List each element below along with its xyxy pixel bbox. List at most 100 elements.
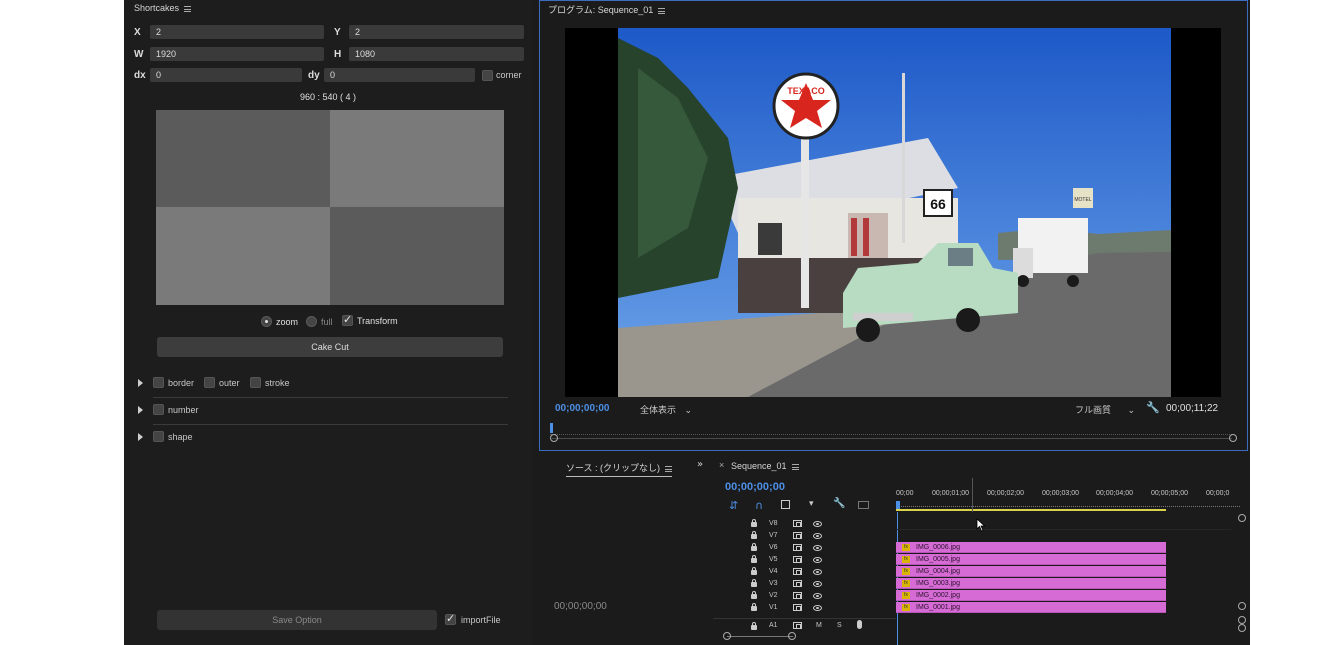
source-menu-icon[interactable] (665, 465, 673, 472)
program-scrubber[interactable] (550, 423, 1234, 435)
timeline-clip[interactable]: fx IMG_0002.jpg (896, 590, 1166, 601)
zoom-scroll-bar[interactable] (552, 438, 1232, 439)
lock-icon[interactable] (751, 603, 757, 611)
timeline-timecode[interactable]: 00;00;00;00 (725, 481, 785, 493)
zoom-select[interactable]: 全体表示 ⌄ (640, 403, 692, 416)
eye-icon[interactable] (813, 557, 822, 563)
cake-cut-button[interactable]: Cake Cut (157, 337, 503, 357)
eye-icon[interactable] (813, 569, 822, 575)
program-video-image[interactable]: TEXACO 66 MOTEL (618, 28, 1171, 397)
horizontal-scroll-bar[interactable] (727, 636, 793, 637)
scroll-handle-left[interactable] (550, 434, 558, 442)
lock-icon[interactable] (751, 579, 757, 587)
import-file-checkbox[interactable] (445, 612, 456, 625)
w-input[interactable]: 1920 (150, 47, 324, 61)
work-area-bar[interactable] (896, 509, 1166, 511)
sync-lock-icon[interactable] (793, 580, 802, 587)
stroke-checkbox[interactable] (250, 377, 261, 388)
number-checkbox[interactable] (153, 404, 164, 415)
y-label: Y (334, 27, 341, 38)
save-option-button[interactable]: Save Option (157, 610, 437, 630)
border-checkbox[interactable] (153, 377, 164, 388)
quality-select[interactable]: フル画質 ⌄ (1075, 403, 1135, 416)
eye-icon[interactable] (813, 605, 822, 611)
dx-input[interactable]: 0 (150, 68, 302, 82)
lock-icon[interactable] (751, 531, 757, 539)
timeline-clip[interactable]: fx IMG_0001.jpg (896, 602, 1166, 613)
y-input[interactable]: 2 (349, 25, 524, 39)
sequence-menu-icon[interactable] (791, 463, 799, 470)
program-menu-icon[interactable] (658, 7, 666, 14)
linked-selection-icon[interactable] (781, 500, 790, 509)
marker-icon[interactable]: ▾ (809, 499, 814, 509)
panel-menu-icon[interactable] (184, 5, 192, 12)
sync-lock-icon[interactable] (793, 604, 802, 611)
vertical-scroll-handle[interactable] (1238, 514, 1246, 522)
lock-icon[interactable] (751, 519, 757, 527)
zoom-radio[interactable] (261, 316, 272, 327)
divider (153, 424, 508, 425)
vertical-scroll-handle[interactable] (1238, 624, 1246, 632)
shape-checkbox[interactable] (153, 431, 164, 442)
sync-lock-icon[interactable] (793, 568, 802, 575)
shape-expand-icon[interactable] (138, 433, 143, 441)
eye-icon[interactable] (813, 533, 822, 539)
lock-icon[interactable] (751, 555, 757, 563)
sync-lock-icon[interactable] (793, 592, 802, 599)
sequence-tab[interactable]: Sequence_01 (731, 461, 799, 471)
eye-icon[interactable] (813, 581, 822, 587)
grid-cell-bottom-right[interactable] (330, 207, 504, 305)
vertical-scroll-handle[interactable] (1238, 602, 1246, 610)
lock-icon[interactable] (751, 622, 757, 630)
close-icon[interactable]: × (719, 460, 724, 470)
vertical-scroll-handle[interactable] (1238, 616, 1246, 624)
sync-lock-icon[interactable] (793, 622, 802, 629)
grid-cell-top-left[interactable] (156, 110, 330, 207)
sync-lock-icon[interactable] (793, 532, 802, 539)
lock-icon[interactable] (751, 567, 757, 575)
playhead-icon[interactable] (896, 501, 900, 509)
scroll-handle-right[interactable] (1229, 434, 1237, 442)
playhead-icon[interactable] (550, 423, 553, 433)
time-ruler[interactable]: 00;00 00;00;01;00 00;00;02;00 00;00;03;0… (896, 490, 1250, 512)
mute-button[interactable]: M (816, 622, 822, 629)
snap-icon[interactable]: ⇵ (729, 499, 738, 512)
full-radio[interactable] (306, 316, 317, 327)
h-input[interactable]: 1080 (349, 47, 524, 61)
timeline-clip[interactable]: fx IMG_0005.jpg (896, 554, 1166, 565)
transform-checkbox[interactable] (342, 313, 353, 326)
captions-icon[interactable] (858, 501, 869, 509)
sync-lock-icon[interactable] (793, 556, 802, 563)
wrench-icon[interactable]: 🔧 (1146, 401, 1160, 414)
border-expand-icon[interactable] (138, 379, 143, 387)
eye-icon[interactable] (813, 593, 822, 599)
dy-input[interactable]: 0 (324, 68, 475, 82)
eye-icon[interactable] (813, 521, 822, 527)
timeline-clip[interactable]: fx IMG_0006.jpg (896, 542, 1166, 553)
timeline-clip[interactable]: fx IMG_0003.jpg (896, 578, 1166, 589)
number-expand-icon[interactable] (138, 406, 143, 414)
grid-cell-top-right[interactable] (330, 110, 504, 207)
corner-checkbox[interactable] (482, 70, 493, 81)
source-tab[interactable]: ソース : (クリップなし) (566, 461, 673, 477)
quality-select-value: フル画質 (1075, 405, 1112, 415)
outer-checkbox[interactable] (204, 377, 215, 388)
grid-cell-bottom-left[interactable] (156, 207, 330, 305)
eye-icon[interactable] (813, 545, 822, 551)
lock-icon[interactable] (751, 591, 757, 599)
sync-lock-icon[interactable] (793, 544, 802, 551)
clip-name: IMG_0003.jpg (916, 580, 960, 587)
sync-lock-icon[interactable] (793, 520, 802, 527)
solo-button[interactable]: S (837, 622, 842, 629)
microphone-icon[interactable] (857, 620, 862, 629)
x-input[interactable]: 2 (150, 25, 324, 39)
wrench-icon[interactable]: 🔧 (833, 498, 845, 509)
program-current-timecode[interactable]: 00;00;00;00 (555, 403, 609, 414)
lock-icon[interactable] (751, 543, 757, 551)
magnet-icon[interactable]: ∩ (755, 499, 763, 512)
cake-grid-preview[interactable] (156, 110, 504, 305)
horizontal-scroll-handle[interactable] (788, 632, 796, 640)
panel-overflow-icon[interactable]: » (697, 459, 703, 470)
timeline-clip[interactable]: fx IMG_0004.jpg (896, 566, 1166, 577)
horizontal-scroll-handle[interactable] (723, 632, 731, 640)
